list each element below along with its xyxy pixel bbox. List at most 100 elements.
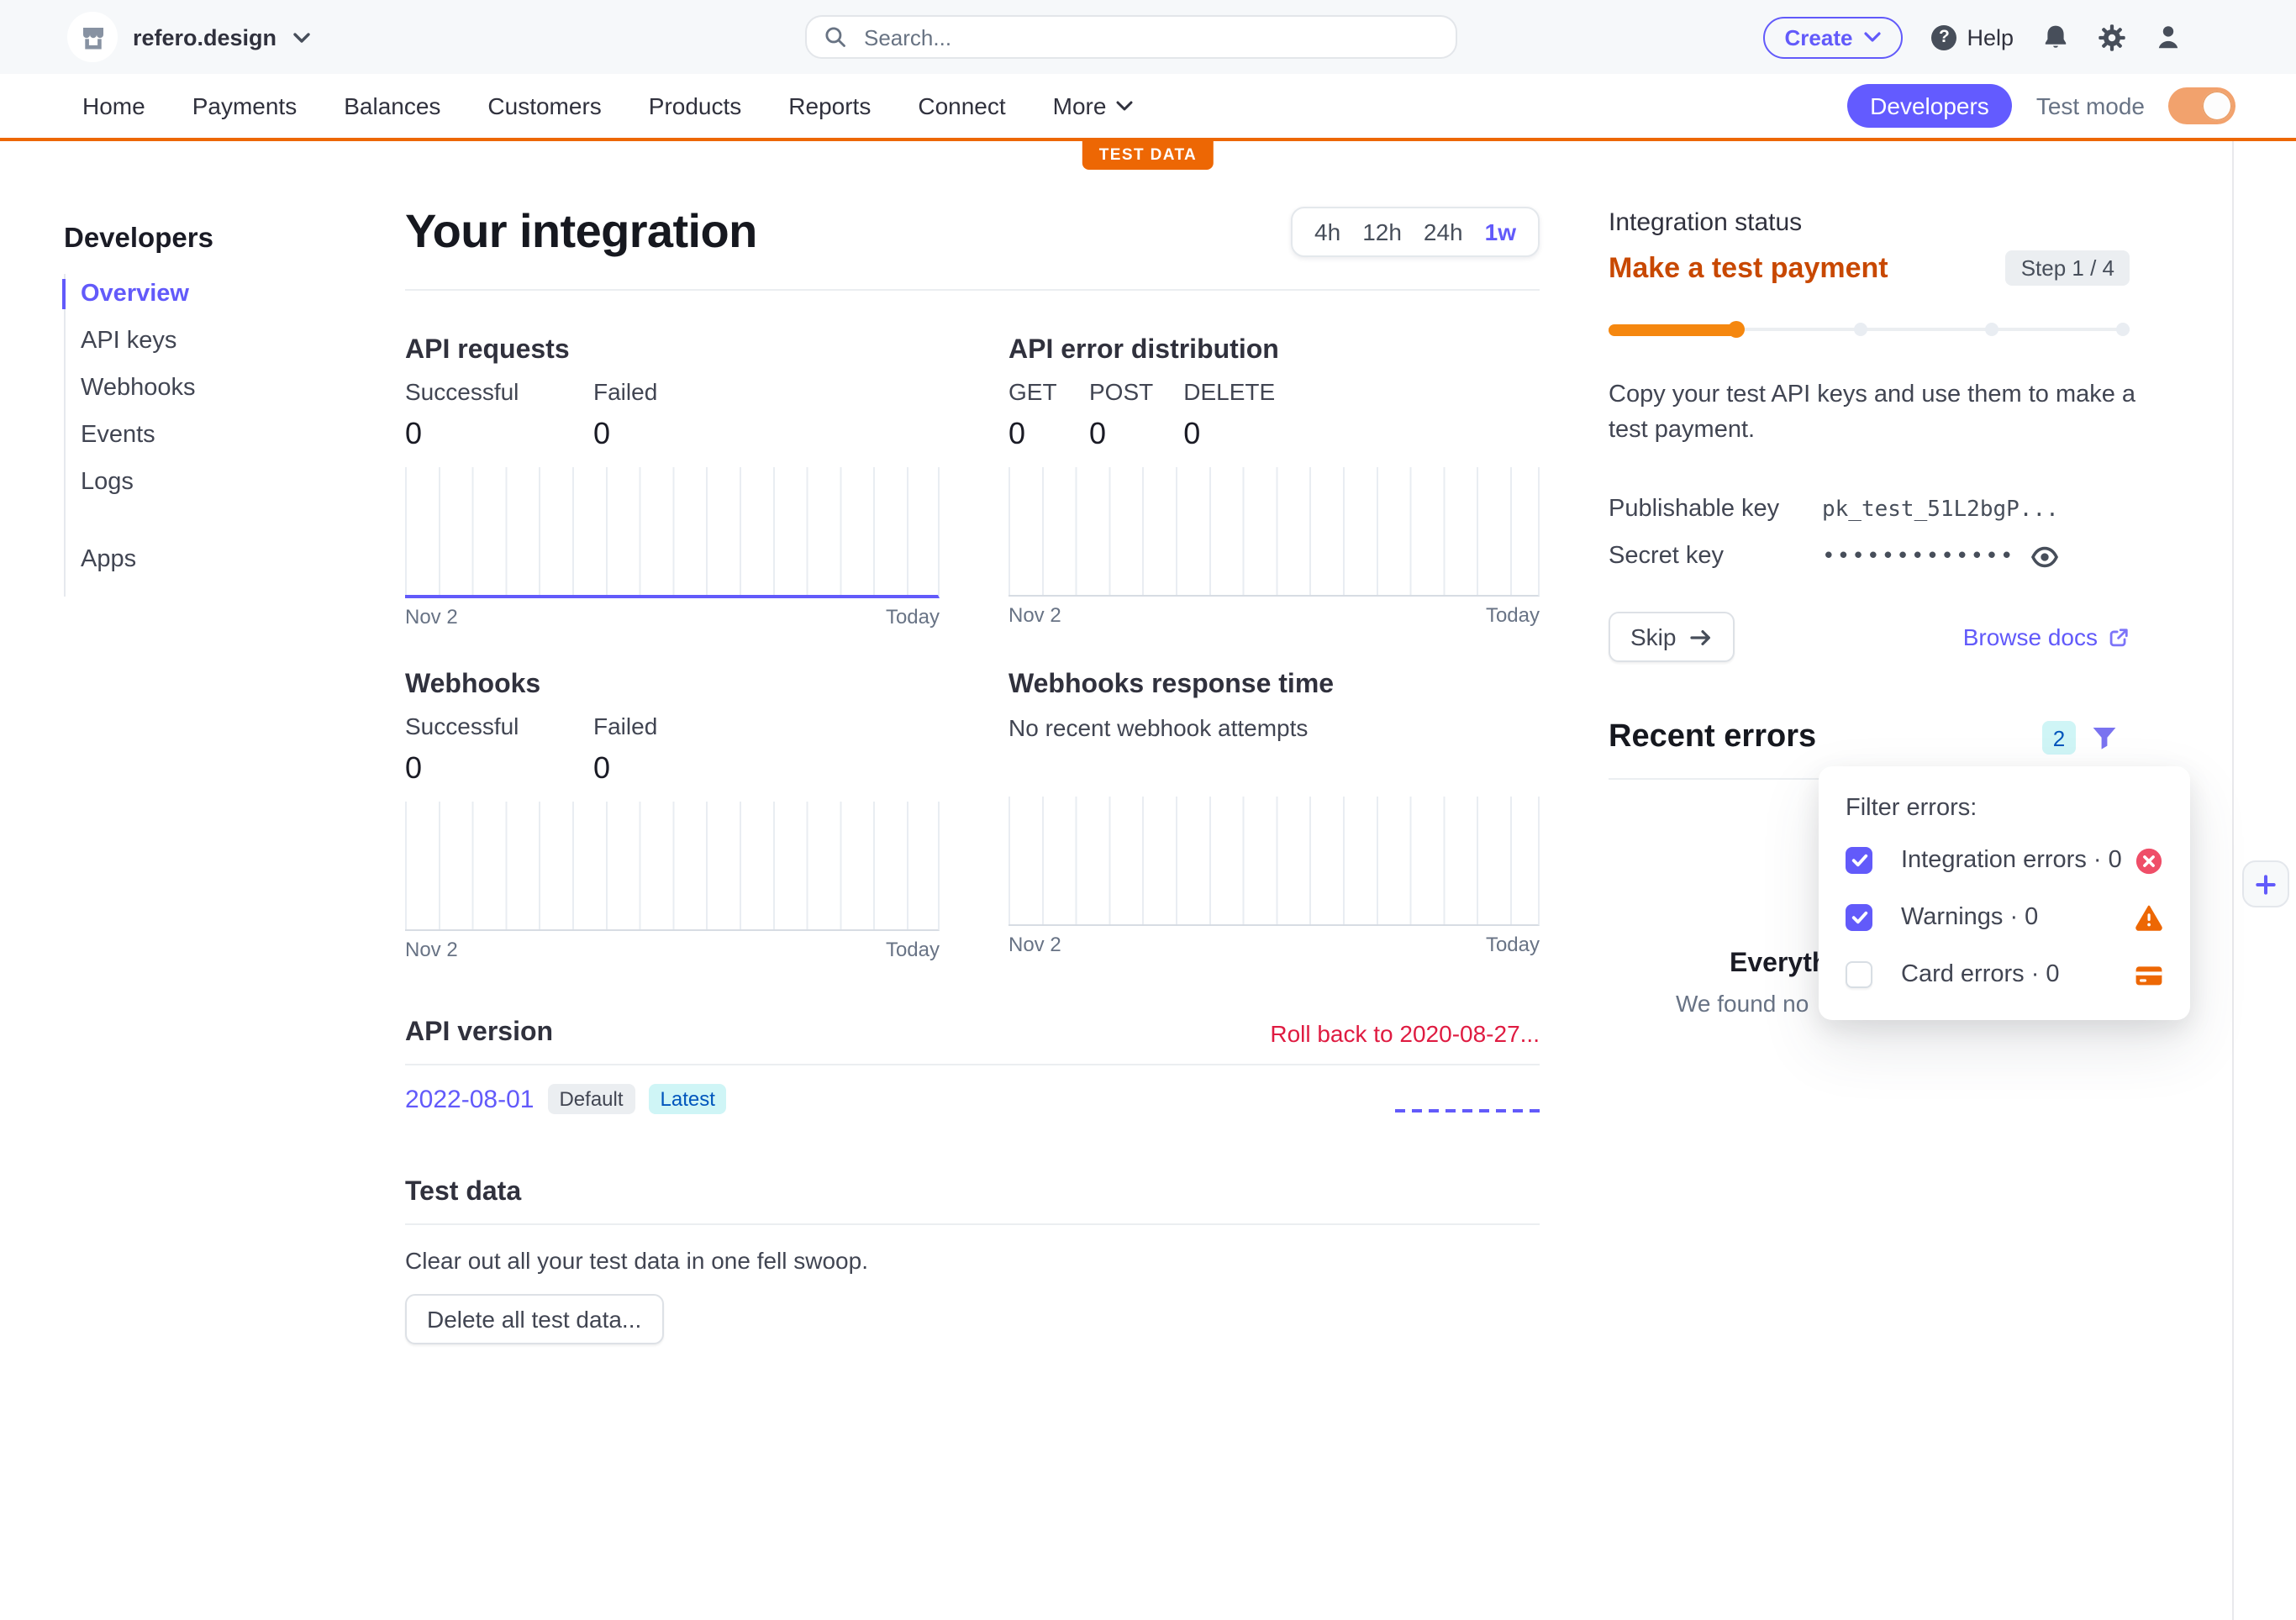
webhooks-section: Webhooks Successful 0 Failed 0 Nov 2 Tod… xyxy=(405,671,940,961)
help-label: Help xyxy=(1967,24,2014,50)
sidebar-item-apps[interactable]: Apps xyxy=(81,539,350,580)
metric-value: 0 xyxy=(405,417,555,452)
range-1w[interactable]: 1w xyxy=(1485,218,1516,245)
metric-value: 0 xyxy=(1008,417,1059,452)
skip-label: Skip xyxy=(1630,623,1676,650)
integration-errors-checkbox[interactable] xyxy=(1846,847,1872,874)
warnings-checkbox[interactable] xyxy=(1846,904,1872,931)
filter-option-label: Integration errors · 0 xyxy=(1901,847,2135,874)
sidebar-item-logs[interactable]: Logs xyxy=(81,462,350,502)
delete-test-data-button[interactable]: Delete all test data... xyxy=(405,1294,663,1344)
filter-errors-button[interactable] xyxy=(2091,725,2118,750)
current-version-link[interactable]: 2022-08-01 xyxy=(405,1085,534,1113)
integration-status-label: Integration status xyxy=(1609,208,2130,237)
nav-item-products[interactable]: Products xyxy=(649,92,742,119)
sidebar-item-webhooks[interactable]: Webhooks xyxy=(81,368,350,408)
metric-value: 0 xyxy=(593,417,664,452)
time-range-picker: 4h 12h 24h 1w xyxy=(1291,207,1540,257)
question-mark-icon: ? xyxy=(1931,24,1956,50)
webhooks-chart xyxy=(405,802,940,931)
test-data-divider xyxy=(405,1223,1540,1225)
latest-badge: Latest xyxy=(649,1084,727,1114)
x-axis-start: Nov 2 xyxy=(405,938,458,961)
publishable-key-value[interactable]: pk_test_51L2bgP... xyxy=(1822,497,2059,522)
x-axis-start: Nov 2 xyxy=(1008,603,1061,627)
test-data-title: Test data xyxy=(405,1178,1540,1208)
notifications-button[interactable] xyxy=(2042,24,2069,50)
sidebar-item-overview[interactable]: Overview xyxy=(81,274,350,314)
nav-item-customers[interactable]: Customers xyxy=(487,92,601,119)
sidebar-item-events[interactable]: Events xyxy=(81,415,350,455)
card-errors-checkbox[interactable] xyxy=(1846,961,1872,988)
integration-step-description: Copy your test API keys and use them to … xyxy=(1609,378,2150,449)
test-data-badge: TEST DATA xyxy=(1082,141,1214,170)
settings-button[interactable] xyxy=(2098,23,2126,51)
progress-fill xyxy=(1609,323,1736,335)
nav-item-more[interactable]: More xyxy=(1053,92,1134,119)
step-title: Make a test payment xyxy=(1609,251,1888,285)
api-error-distribution-section: API error distribution GET 0 POST 0 DELE… xyxy=(1008,336,1540,629)
api-requests-section: API requests Successful 0 Failed 0 Nov 2… xyxy=(405,336,940,629)
eye-icon xyxy=(2030,542,2059,571)
create-button[interactable]: Create xyxy=(1763,16,1904,58)
developers-pill-button[interactable]: Developers xyxy=(1846,84,2013,128)
range-4h[interactable]: 4h xyxy=(1314,218,1340,245)
main-content: Your integration 4h 12h 24h 1w API reque… xyxy=(405,207,1540,1344)
api-requests-chart xyxy=(405,467,940,598)
nav-item-reports[interactable]: Reports xyxy=(788,92,871,119)
default-badge: Default xyxy=(547,1084,635,1114)
global-search[interactable] xyxy=(805,15,1457,59)
filter-option-integration-errors: Integration errors · 0 xyxy=(1846,842,2163,879)
x-axis-start: Nov 2 xyxy=(1008,933,1061,956)
check-icon xyxy=(1850,909,1868,926)
filter-errors-popover: Filter errors: Integration errors · 0 Wa… xyxy=(1819,766,2190,1020)
toggle-knob xyxy=(2202,91,2232,121)
developers-sidebar: Developers Overview API keys Webhooks Ev… xyxy=(64,224,350,623)
recent-errors-title: Recent errors xyxy=(1609,719,1816,756)
webhooks-response-time-section: Webhooks response time No recent webhook… xyxy=(1008,671,1540,961)
filter-popover-title: Filter errors: xyxy=(1846,795,2163,822)
api-keys-block: Publishable key pk_test_51L2bgP... Secre… xyxy=(1609,486,2130,580)
reveal-secret-key-button[interactable] xyxy=(2030,542,2059,571)
nav-item-balances[interactable]: Balances xyxy=(344,92,440,119)
filter-funnel-icon xyxy=(2091,725,2118,750)
x-axis-end: Today xyxy=(1486,933,1540,956)
external-link-icon xyxy=(2108,626,2130,648)
sidebar-item-api-keys[interactable]: API keys xyxy=(81,321,350,361)
person-icon xyxy=(2155,24,2182,50)
help-button[interactable]: ? Help xyxy=(1931,24,2014,50)
webhooks-response-time-chart xyxy=(1008,797,1540,926)
publishable-key-label: Publishable key xyxy=(1609,496,1822,523)
browse-docs-link[interactable]: Browse docs xyxy=(1963,623,2130,650)
filter-option-card-errors: Card errors · 0 xyxy=(1846,956,2163,993)
chevron-down-icon xyxy=(1116,101,1133,111)
metric-label: POST xyxy=(1089,378,1153,405)
credit-card-icon xyxy=(2135,962,2163,987)
bell-icon xyxy=(2042,24,2069,50)
range-24h[interactable]: 24h xyxy=(1424,218,1463,245)
api-version-title: API version xyxy=(405,1018,553,1049)
skip-button[interactable]: Skip xyxy=(1609,612,1735,662)
sidebar-title: Developers xyxy=(64,224,350,255)
workspace-switcher[interactable]: refero.design xyxy=(67,0,310,74)
right-edge-divider xyxy=(2232,141,2234,1620)
secret-key-label: Secret key xyxy=(1609,543,1822,570)
test-mode-toggle[interactable] xyxy=(2168,87,2235,124)
filter-option-label: Warnings · 0 xyxy=(1901,904,2135,931)
metric-label: Failed xyxy=(593,378,664,405)
nav-item-connect[interactable]: Connect xyxy=(918,92,1005,119)
primary-nav-items: Home Payments Balances Customers Product… xyxy=(82,74,1133,138)
rollback-link[interactable]: Roll back to 2020-08-27... xyxy=(1270,1020,1540,1047)
account-button[interactable] xyxy=(2155,24,2182,50)
recent-errors-empty-subtitle: We found no xyxy=(1676,990,1809,1017)
nav-item-home[interactable]: Home xyxy=(82,92,145,119)
heading-divider xyxy=(405,289,1540,291)
search-input[interactable] xyxy=(861,23,1439,51)
nav-item-payments[interactable]: Payments xyxy=(192,92,298,119)
gear-icon xyxy=(2098,23,2126,51)
test-data-section: Test data Clear out all your test data i… xyxy=(405,1178,1540,1344)
range-12h[interactable]: 12h xyxy=(1362,218,1402,245)
storefront-icon xyxy=(67,12,118,62)
api-requests-title: API requests xyxy=(405,336,940,366)
add-widget-button[interactable] xyxy=(2242,860,2289,907)
